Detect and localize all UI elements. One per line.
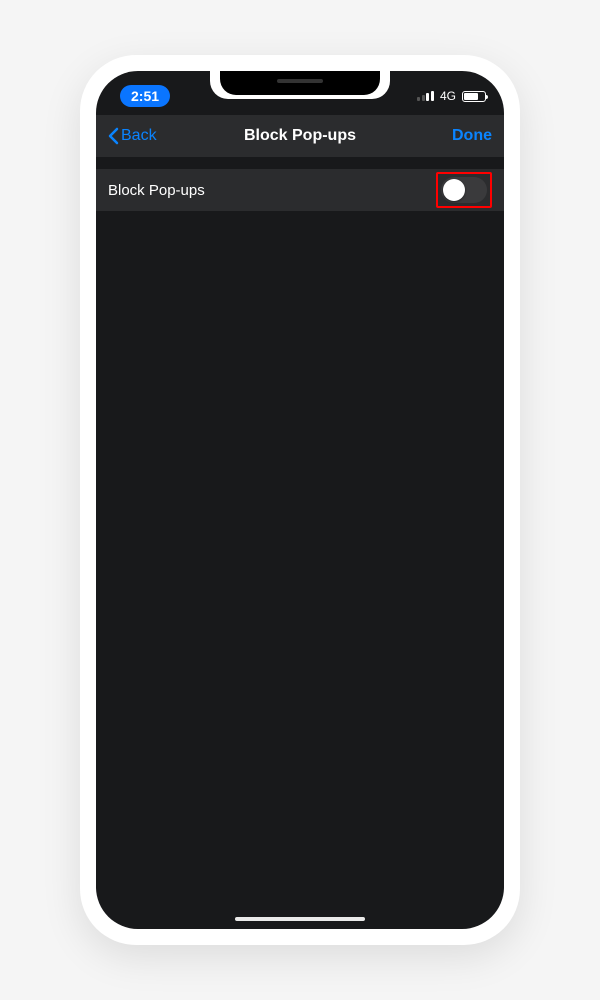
network-label: 4G [440, 89, 456, 103]
chevron-left-icon [108, 127, 119, 145]
phone-notch [210, 71, 390, 99]
toggle-knob [443, 179, 465, 201]
home-indicator[interactable] [235, 917, 365, 921]
back-label: Back [121, 127, 157, 145]
highlight-annotation [436, 172, 492, 208]
navigation-bar: Back Block Pop-ups Done [96, 115, 504, 157]
phone-screen: 2:51 4G Back Block [96, 71, 504, 929]
back-button[interactable]: Back [108, 127, 157, 145]
block-popups-toggle[interactable] [441, 177, 487, 203]
signal-icon [417, 91, 434, 101]
setting-label: Block Pop-ups [108, 182, 205, 199]
done-button[interactable]: Done [452, 127, 492, 145]
page-title: Block Pop-ups [244, 127, 356, 145]
content-area: Block Pop-ups [96, 157, 504, 211]
status-indicators: 4G [417, 89, 486, 103]
phone-frame: 2:51 4G Back Block [80, 55, 520, 945]
setting-row-block-popups: Block Pop-ups [96, 169, 504, 211]
battery-icon [462, 91, 486, 102]
status-time: 2:51 [120, 85, 170, 107]
